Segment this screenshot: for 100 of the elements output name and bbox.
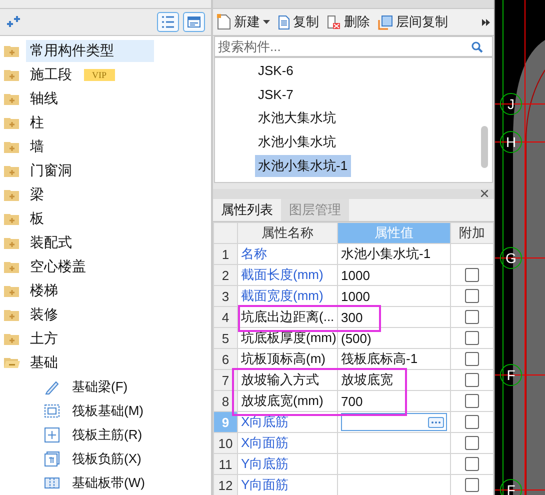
- tree-item[interactable]: 装配式: [26, 232, 76, 254]
- tree-item[interactable]: 筏板负筋(X): [68, 448, 146, 470]
- property-name: Y向底筋: [238, 454, 338, 474]
- tree-item[interactable]: 装修: [26, 304, 62, 326]
- tree-item[interactable]: 柱: [26, 112, 48, 134]
- checkbox[interactable]: [465, 436, 479, 450]
- tree-item[interactable]: 基础: [26, 352, 62, 374]
- property-value: 水池小集水坑-1: [341, 246, 431, 261]
- property-name: X向底筋: [238, 412, 338, 432]
- panel-view-button[interactable]: [183, 12, 205, 32]
- property-value: 700: [341, 394, 363, 408]
- vip-badge: VIP: [84, 69, 115, 81]
- property-name: 放坡底宽(mm): [238, 390, 338, 412]
- row-number: 6: [214, 348, 238, 370]
- checkbox[interactable]: [465, 289, 479, 303]
- list-icon: [161, 16, 175, 28]
- tree-item[interactable]: 板: [26, 208, 48, 230]
- closed-folder-icon[interactable]: [4, 164, 20, 178]
- tree-item[interactable]: 基础梁(F): [68, 376, 132, 398]
- closed-folder-icon[interactable]: [4, 44, 20, 58]
- closed-folder-icon[interactable]: [4, 236, 20, 250]
- strip-icon: [44, 476, 60, 490]
- stacked-frame-icon: [44, 451, 60, 467]
- ellipsis-icon: [431, 421, 441, 424]
- column-header: 属性值: [338, 222, 450, 244]
- closed-folder-icon[interactable]: [4, 140, 20, 154]
- row-number: 12: [214, 474, 238, 495]
- toolbar-button[interactable]: 新建: [217, 13, 270, 31]
- checkbox[interactable]: [465, 373, 479, 387]
- checkbox[interactable]: [465, 331, 479, 345]
- checkbox[interactable]: [465, 352, 479, 366]
- tree-item[interactable]: 常用构件类型: [26, 40, 154, 62]
- closed-folder-icon[interactable]: [4, 188, 20, 202]
- tree-item[interactable]: 梁: [26, 184, 48, 206]
- checkbox[interactable]: [465, 394, 479, 408]
- row-number: 5: [214, 328, 238, 348]
- list-item[interactable]: 水池大集水坑: [255, 107, 339, 129]
- checkbox[interactable]: [465, 478, 479, 492]
- tree-item[interactable]: 筏板主筋(R): [68, 424, 146, 446]
- tree-item[interactable]: 轴线: [26, 88, 62, 110]
- more-icon[interactable]: [482, 18, 490, 26]
- checkbox[interactable]: [465, 415, 479, 429]
- property-value: 1000: [341, 268, 370, 282]
- row-number: 1: [214, 244, 238, 264]
- ellipsis-button[interactable]: [428, 416, 444, 428]
- document-icon: [278, 14, 290, 30]
- property-name: 坑底板厚度(mm): [238, 328, 338, 348]
- property-name: 放坡输入方式: [238, 370, 338, 390]
- add-icon[interactable]: [6, 15, 22, 29]
- toolbar-button[interactable]: 层间复制: [378, 13, 448, 31]
- property-value: 300: [341, 310, 363, 324]
- new-document-icon: [217, 14, 231, 30]
- closed-folder-icon[interactable]: [4, 308, 20, 322]
- tree-item[interactable]: 筏板基础(M): [68, 400, 148, 422]
- column-header: 属性名称: [238, 222, 338, 244]
- closed-folder-icon[interactable]: [4, 332, 20, 346]
- list-item[interactable]: 水池小集水坑-1: [255, 155, 351, 177]
- list-view-button[interactable]: [157, 12, 179, 32]
- closed-folder-icon[interactable]: [4, 212, 20, 226]
- value-input[interactable]: [341, 413, 447, 431]
- list-item[interactable]: JSK-7: [255, 84, 296, 104]
- tree-item[interactable]: 楼梯: [26, 280, 62, 302]
- tree-item[interactable]: 土方: [26, 328, 62, 350]
- open-folder-icon[interactable]: [4, 357, 20, 369]
- checkbox[interactable]: [465, 310, 479, 324]
- closed-folder-icon[interactable]: [4, 284, 20, 298]
- scrollbar-thumb[interactable]: [481, 126, 488, 168]
- grid-frame-icon: [44, 403, 60, 419]
- tree-item[interactable]: 基础板带(W): [68, 472, 149, 494]
- delete-document-icon: [327, 14, 341, 30]
- toolbar-button[interactable]: 删除: [327, 13, 370, 31]
- column-header: 附加: [450, 222, 494, 244]
- toolbar-button[interactable]: 复制: [278, 13, 319, 31]
- property-name: 坑底出边距离(...: [238, 306, 338, 328]
- checkbox[interactable]: [465, 457, 479, 471]
- property-name: X向面筋: [238, 432, 338, 454]
- search-field[interactable]: 搜索构件...: [214, 36, 493, 57]
- list-item[interactable]: JSK-6: [255, 60, 296, 80]
- tree-item[interactable]: 门窗洞: [26, 160, 76, 182]
- property-value: (500): [341, 330, 372, 346]
- close-icon[interactable]: [481, 190, 488, 198]
- tree-item[interactable]: 空心楼盖: [26, 256, 90, 278]
- closed-folder-icon[interactable]: [4, 116, 20, 130]
- row-number: 3: [214, 286, 238, 306]
- cross-frame-icon: [44, 427, 60, 443]
- list-item[interactable]: 水池小集水坑: [255, 131, 339, 153]
- row-number: 11: [214, 454, 238, 474]
- closed-folder-icon[interactable]: [4, 92, 20, 106]
- property-name: 截面长度(mm): [238, 264, 338, 286]
- property-value: 1000: [341, 288, 370, 304]
- tree-item[interactable]: 施工段: [26, 64, 76, 86]
- property-value: 筏板底标高-1: [341, 351, 418, 366]
- window-icon: [187, 16, 201, 28]
- caret-icon[interactable]: [263, 20, 270, 24]
- tree-item[interactable]: 墙: [26, 136, 48, 158]
- search-icon[interactable]: [471, 41, 483, 53]
- closed-folder-icon[interactable]: [4, 260, 20, 274]
- pencil-icon: [44, 379, 60, 395]
- checkbox[interactable]: [465, 268, 479, 282]
- closed-folder-icon[interactable]: [4, 68, 20, 82]
